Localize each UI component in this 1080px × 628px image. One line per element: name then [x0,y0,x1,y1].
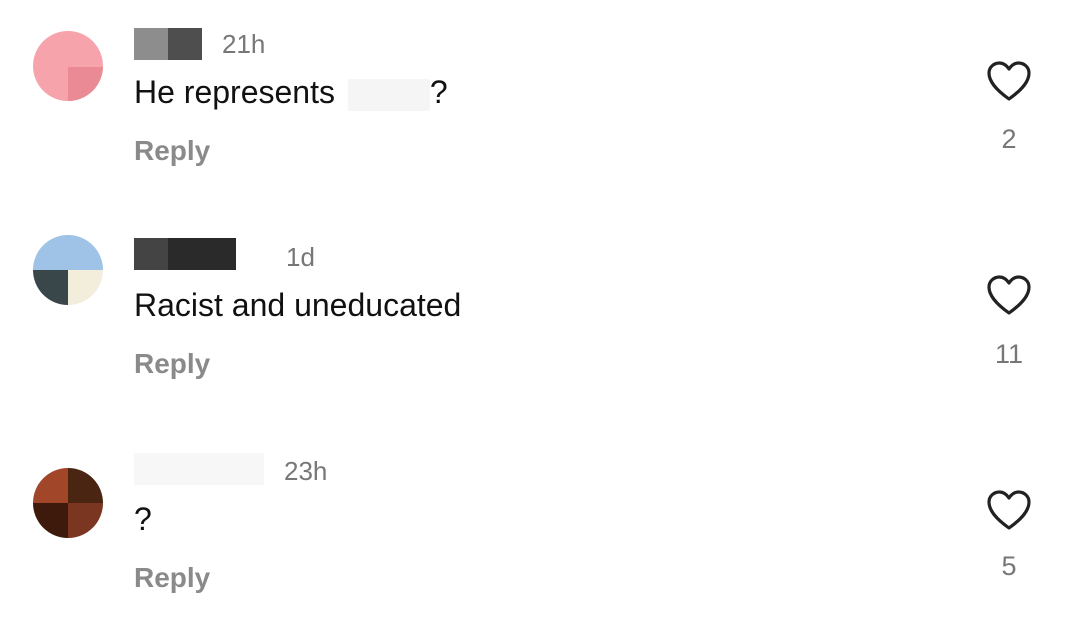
username-redacted[interactable] [134,453,264,485]
like-count: 5 [1001,551,1017,581]
like-button[interactable] [985,488,1033,532]
comment-item: 23h ? Reply 5 [0,0,1080,628]
avatar[interactable] [33,468,103,538]
avatar-image [33,468,68,503]
comment-text: ? [134,501,152,537]
heart-icon [987,490,1031,530]
comment-meta: 23h [134,453,327,485]
reply-button[interactable]: Reply [134,562,210,594]
avatar-image-region [33,503,68,538]
avatar-image-region [68,503,103,538]
timestamp: 23h [284,456,328,486]
redaction-block [134,453,264,485]
avatar-image-region [68,468,103,503]
